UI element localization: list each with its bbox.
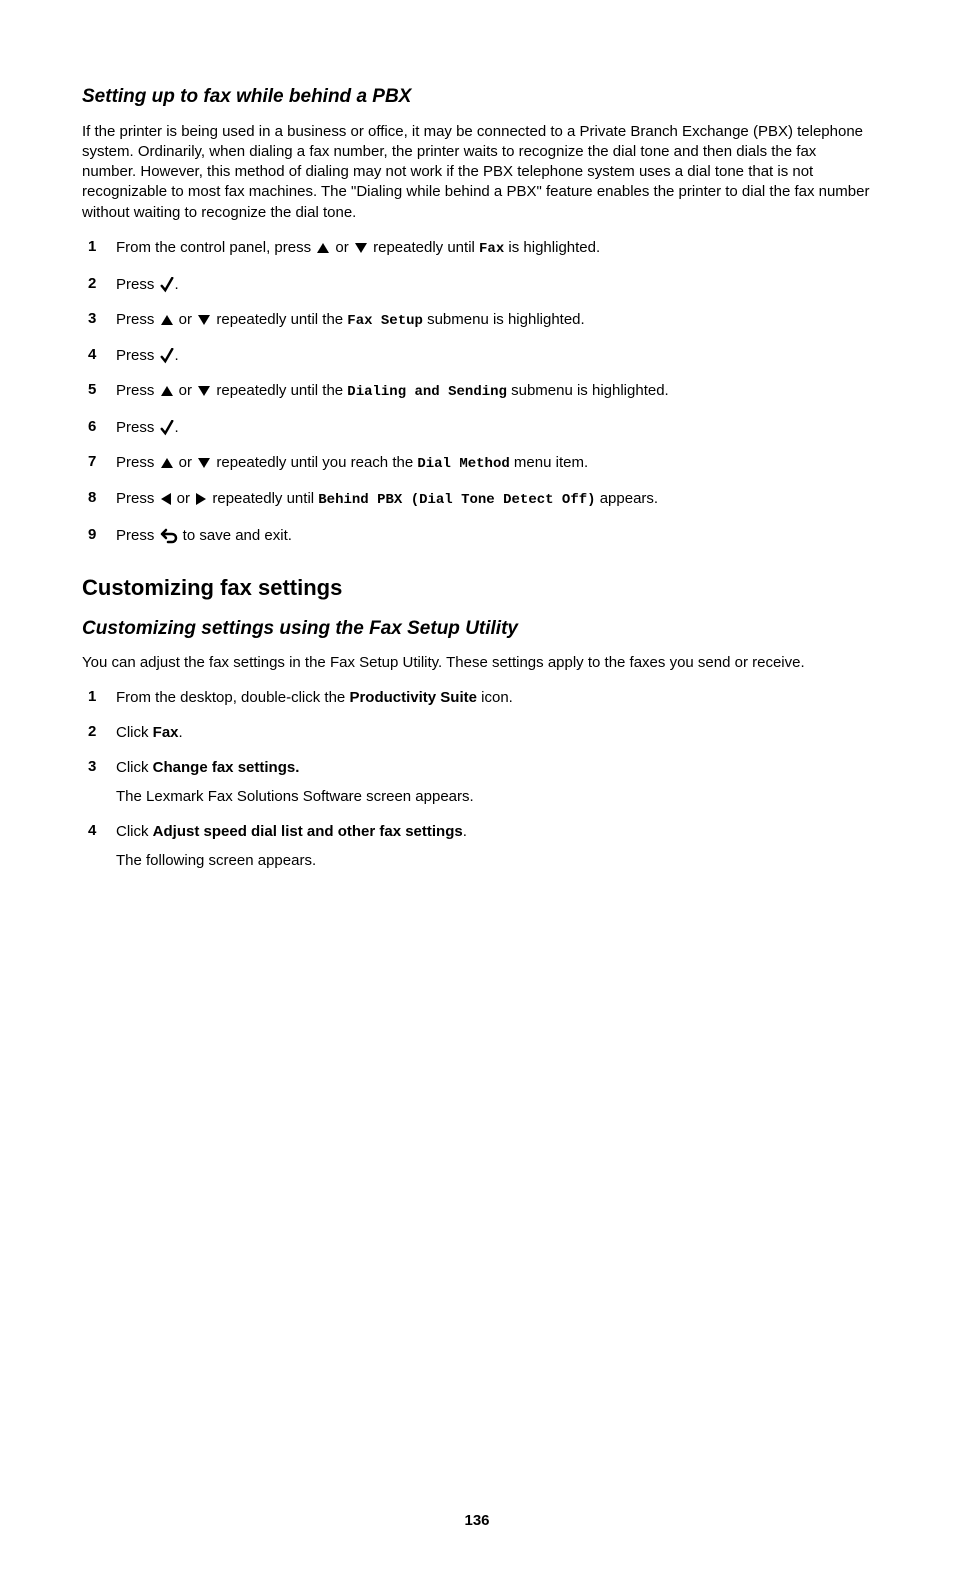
down-arrow-icon <box>197 457 211 469</box>
step-number: 2 <box>82 722 116 742</box>
up-arrow-icon <box>160 457 174 469</box>
step-text: Click Fax. <box>116 722 872 743</box>
up-arrow-icon <box>316 242 330 254</box>
step-number: 3 <box>82 309 116 329</box>
intro-paragraph-pbx: If the printer is being used in a busine… <box>82 122 872 223</box>
up-arrow-icon <box>160 314 174 326</box>
up-arrow-icon <box>160 385 174 397</box>
check-icon <box>160 348 174 364</box>
intro-paragraph-utility: You can adjust the fax settings in the F… <box>82 653 872 673</box>
down-arrow-icon <box>197 385 211 397</box>
step-text: Press or repeatedly until the Dialing an… <box>116 380 872 403</box>
step-number: 8 <box>82 488 116 508</box>
step-number: 4 <box>82 345 116 365</box>
main-heading-customizing: Customizing fax settings <box>82 574 872 603</box>
page-number: 136 <box>82 1511 872 1531</box>
left-arrow-icon <box>160 492 172 506</box>
right-arrow-icon <box>195 492 207 506</box>
step-text: Press . <box>116 274 872 295</box>
step-text: Press . <box>116 417 872 438</box>
step-text: Press or repeatedly until the Fax Setup … <box>116 309 872 332</box>
step-number: 2 <box>82 274 116 294</box>
step-number: 4 <box>82 821 116 841</box>
step-text: Press or repeatedly until Behind PBX (Di… <box>116 488 872 511</box>
step-number: 7 <box>82 452 116 472</box>
check-icon <box>160 420 174 436</box>
step-text: Press to save and exit. <box>116 525 872 546</box>
step-text: Press . <box>116 345 872 366</box>
section-heading-pbx: Setting up to fax while behind a PBX <box>82 85 872 110</box>
step-text: Click Adjust speed dial list and other f… <box>116 821 872 871</box>
step-number: 1 <box>82 687 116 707</box>
down-arrow-icon <box>354 242 368 254</box>
step-number: 5 <box>82 380 116 400</box>
back-icon <box>160 528 178 544</box>
step-text: Press or repeatedly until you reach the … <box>116 452 872 475</box>
step-number: 3 <box>82 757 116 777</box>
down-arrow-icon <box>197 314 211 326</box>
step-number: 1 <box>82 237 116 257</box>
utility-steps: 1 From the desktop, double-click the Pro… <box>82 687 872 871</box>
check-icon <box>160 277 174 293</box>
step-text: From the desktop, double-click the Produ… <box>116 687 872 708</box>
step-text: Click Change fax settings. The Lexmark F… <box>116 757 872 807</box>
step-number: 6 <box>82 417 116 437</box>
step-text: From the control panel, press or repeate… <box>116 237 872 260</box>
section-heading-utility: Customizing settings using the Fax Setup… <box>82 617 872 642</box>
step-number: 9 <box>82 525 116 545</box>
pbx-steps: 1 From the control panel, press or repea… <box>82 237 872 546</box>
